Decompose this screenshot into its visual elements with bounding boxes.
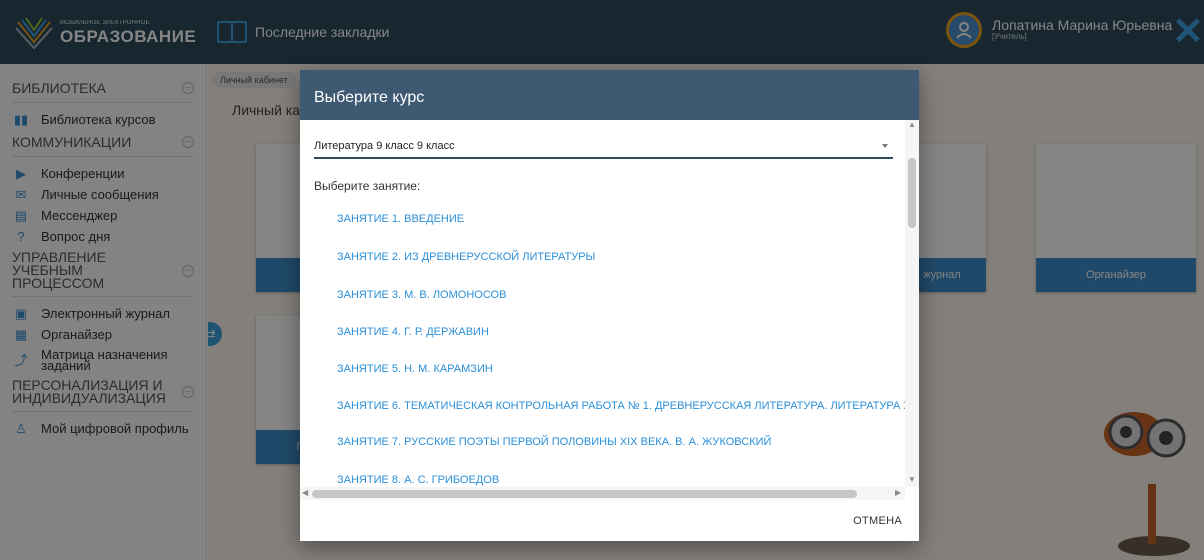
lesson-link[interactable]: ЗАНЯТИЕ 7. РУССКИЕ ПОЭТЫ ПЕРВОЙ ПОЛОВИНЫ… — [337, 436, 771, 448]
course-select-value: Литература 9 класс 9 класс — [314, 140, 455, 152]
scrollbar-thumb[interactable] — [312, 490, 857, 498]
scroll-up-icon[interactable]: ▲ — [908, 120, 916, 129]
cancel-button[interactable]: ОТМЕНА — [853, 515, 902, 527]
lesson-link[interactable]: ЗАНЯТИЕ 1. ВВЕДЕНИЕ — [337, 213, 464, 225]
course-select[interactable]: Литература 9 класс 9 класс — [314, 135, 893, 159]
scroll-right-icon[interactable]: ▶ — [895, 488, 901, 497]
lesson-link[interactable]: ЗАНЯТИЕ 2. ИЗ ДРЕВНЕРУССКОЙ ЛИТЕРАТУРЫ — [337, 251, 595, 263]
scrollbar-thumb[interactable] — [908, 158, 916, 228]
lesson-link[interactable]: ЗАНЯТИЕ 4. Г. Р. ДЕРЖАВИН — [337, 326, 489, 338]
scroll-left-icon[interactable]: ◀ — [302, 488, 308, 497]
dialog-body: Литература 9 класс 9 класс Выберите заня… — [300, 120, 919, 500]
select-course-dialog: Выберите курс Литература 9 класс 9 класс… — [300, 70, 919, 541]
lesson-link[interactable]: ЗАНЯТИЕ 5. Н. М. КАРАМЗИН — [337, 363, 493, 375]
vertical-scrollbar[interactable]: ▲ ▼ — [905, 120, 919, 487]
dialog-footer: ОТМЕНА — [300, 500, 919, 541]
lessons-label: Выберите занятие: — [314, 179, 421, 193]
scroll-down-icon[interactable]: ▼ — [908, 475, 916, 484]
lesson-link[interactable]: ЗАНЯТИЕ 3. М. В. ЛОМОНОСОВ — [337, 289, 506, 301]
horizontal-scrollbar[interactable]: ◀ ▶ — [300, 487, 905, 500]
lesson-link[interactable]: ЗАНЯТИЕ 8. А. С. ГРИБОЕДОВ — [337, 474, 499, 486]
dialog-title: Выберите курс — [300, 70, 919, 120]
lesson-link[interactable]: ЗАНЯТИЕ 6. ТЕМАТИЧЕСКАЯ КОНТРОЛЬНАЯ РАБО… — [337, 400, 919, 412]
chevron-down-icon — [882, 144, 888, 148]
